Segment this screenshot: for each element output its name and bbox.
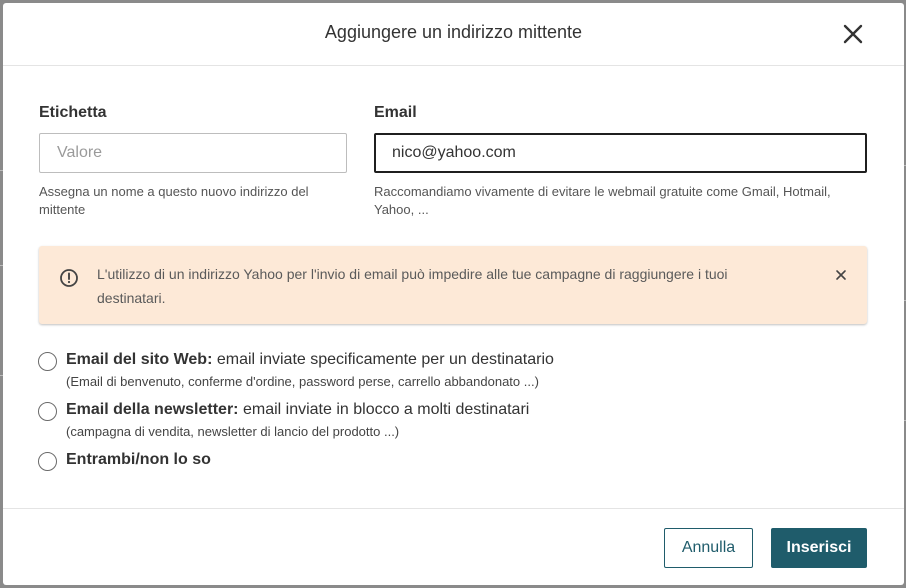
yahoo-warning-alert: L'utilizzo di un indirizzo Yahoo per l'i… xyxy=(39,246,867,324)
option-label: Entrambi/non lo so xyxy=(66,451,211,468)
alert-close-button[interactable] xyxy=(835,268,847,280)
add-sender-dialog: Aggiungere un indirizzo mittente Etichet… xyxy=(3,3,904,585)
label-help-text: Assegna un nome a questo nuovo indirizzo… xyxy=(39,184,309,217)
option-description: (campagna di vendita, newsletter di lanc… xyxy=(66,424,400,439)
close-button[interactable] xyxy=(841,22,865,46)
label-input[interactable] xyxy=(39,133,347,173)
info-circle-icon xyxy=(59,268,79,288)
radio-both-unknown[interactable] xyxy=(38,452,57,471)
radio-website-email[interactable] xyxy=(38,352,57,371)
option-description: (Email di benvenuto, conferme d'ordine, … xyxy=(66,374,539,389)
label-field-label: Etichetta xyxy=(39,104,107,121)
email-field-label: Email xyxy=(374,104,417,121)
cancel-button[interactable]: Annulla xyxy=(664,528,753,568)
radio-newsletter-email[interactable] xyxy=(38,402,57,421)
email-input[interactable] xyxy=(374,133,867,173)
dialog-header: Aggiungere un indirizzo mittente xyxy=(3,3,904,66)
email-help-text: Raccomandiamo vivamente di evitare le we… xyxy=(374,184,831,217)
dialog-title: Aggiungere un indirizzo mittente xyxy=(324,22,583,42)
option-label: Email della newsletter: email inviate in… xyxy=(66,401,530,418)
close-icon xyxy=(836,270,846,280)
close-icon xyxy=(843,24,863,44)
dialog-footer: Annulla Inserisci xyxy=(3,508,904,585)
option-label: Email del sito Web: email inviate specif… xyxy=(66,351,554,368)
insert-button[interactable]: Inserisci xyxy=(771,528,867,568)
alert-message: L'utilizzo di un indirizzo Yahoo per l'i… xyxy=(97,266,728,306)
